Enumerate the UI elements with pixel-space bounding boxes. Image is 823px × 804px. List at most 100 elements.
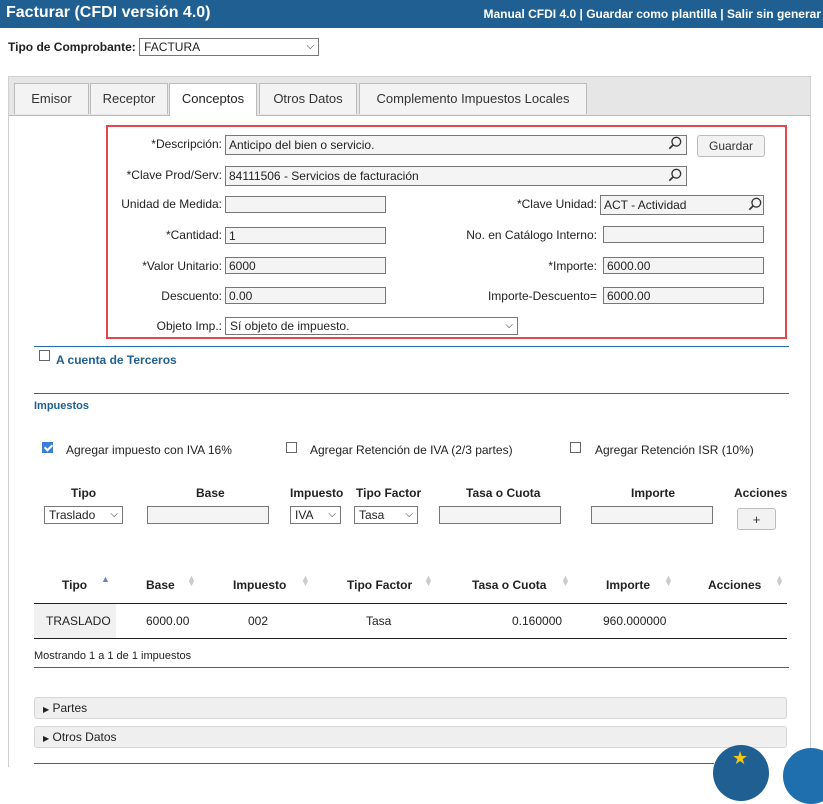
- importe-impuesto-input[interactable]: [591, 506, 713, 524]
- tipo-factor-value: Tasa: [359, 508, 385, 522]
- row-tasa: 0.160000: [512, 614, 563, 628]
- objeto-imp-label: Objeto Imp.:: [156, 319, 222, 333]
- objeto-imp-value: Sí objeto de impuesto.: [230, 319, 350, 333]
- column-header-base[interactable]: Base: [146, 578, 175, 592]
- tasa-input[interactable]: [439, 506, 561, 524]
- column-header-tipo-factor[interactable]: Tipo Factor: [347, 578, 412, 592]
- chevron-down-icon: ⌵: [328, 509, 336, 520]
- section-otros-datos-label: Otros Datos: [52, 730, 117, 744]
- comprobante-row: Tipo de Comprobante: FACTURA ⌵: [8, 38, 320, 56]
- unidad-input[interactable]: [225, 196, 386, 213]
- chevron-down-icon: ⌵: [405, 509, 413, 520]
- manual-link[interactable]: Manual CFDI 4.0: [483, 7, 576, 21]
- form-header-base: Base: [196, 486, 225, 500]
- tab-receptor[interactable]: Receptor: [90, 83, 168, 114]
- form-header-importe: Importe: [631, 486, 676, 500]
- search-icon[interactable]: [668, 136, 682, 150]
- column-header-tasa[interactable]: Tasa o Cuota: [472, 578, 546, 592]
- impuestos-title: Impuestos: [34, 400, 90, 412]
- page-title: Facturar (CFDI versión 4.0): [6, 4, 211, 21]
- descuento-input[interactable]: 0.00: [225, 287, 386, 304]
- save-template-link[interactable]: Guardar como plantilla: [586, 7, 717, 21]
- section-partes-label: Partes: [52, 701, 88, 715]
- ret-iva-checkbox[interactable]: [286, 442, 297, 453]
- sort-icon: ▲ ▼: [775, 573, 784, 588]
- search-icon[interactable]: [748, 197, 762, 211]
- form-header-tipo-factor: Tipo Factor: [356, 486, 422, 500]
- descripcion-label: *Descripción:: [151, 137, 222, 151]
- catalogo-input[interactable]: [603, 226, 764, 243]
- sort-icon: ▲ ▼: [187, 573, 196, 588]
- row-tipo-factor: Tasa: [366, 614, 392, 628]
- valor-unitario-input[interactable]: 6000: [225, 257, 386, 274]
- importe-descuento-label: Importe-Descuento=: [487, 289, 597, 303]
- importe-label: *Importe:: [548, 259, 597, 273]
- divider: [34, 763, 714, 764]
- impuesto-select[interactable]: IVA ⌵: [290, 506, 341, 524]
- caret-right-icon: ▶: [43, 734, 50, 743]
- form-header-tipo: Tipo: [71, 486, 97, 500]
- column-header-tipo[interactable]: Tipo: [62, 578, 87, 592]
- terceros-checkbox[interactable]: [39, 350, 50, 361]
- row-base: 6000.00: [146, 614, 190, 628]
- row-importe: 960.000000: [603, 614, 667, 628]
- valor-unitario-label: *Valor Unitario:: [142, 259, 222, 273]
- objeto-imp-select[interactable]: Sí objeto de impuesto. ⌵: [225, 317, 518, 335]
- chevron-down-icon: ⌵: [306, 41, 315, 52]
- tab-otros-datos[interactable]: Otros Datos: [259, 83, 357, 114]
- tab-emisor[interactable]: Emisor: [14, 83, 89, 114]
- base-input[interactable]: [147, 506, 269, 524]
- sort-icon: ▲ ▼: [664, 573, 673, 588]
- clave-unidad-input[interactable]: ACT - Actividad: [600, 195, 764, 215]
- descripcion-input[interactable]: Anticipo del bien o servicio.: [225, 135, 687, 155]
- add-tax-button[interactable]: +: [737, 508, 776, 530]
- comprobante-select[interactable]: FACTURA ⌵: [139, 38, 320, 56]
- tab-complemento[interactable]: Complemento Impuestos Locales: [359, 83, 587, 114]
- cantidad-input[interactable]: 1: [225, 227, 386, 244]
- section-partes[interactable]: ▶ Partes: [34, 697, 787, 719]
- row-tipo: TRASLADO: [46, 614, 111, 628]
- tipo-factor-select[interactable]: Tasa ⌵: [354, 506, 418, 524]
- iva-checkbox[interactable]: [42, 442, 53, 453]
- column-header-impuesto[interactable]: Impuesto: [233, 578, 286, 592]
- chevron-down-icon: ⌵: [110, 509, 118, 520]
- tipo-select[interactable]: Traslado ⌵: [44, 506, 123, 524]
- sort-icon: ▲ ▼: [561, 573, 570, 588]
- impuesto-value: IVA: [295, 508, 314, 522]
- exit-link[interactable]: Salir sin generar: [727, 7, 821, 21]
- unidad-label: Unidad de Medida:: [121, 197, 222, 211]
- section-otros-datos[interactable]: ▶ Otros Datos: [34, 726, 787, 748]
- ret-isr-checkbox[interactable]: [570, 442, 581, 453]
- table-bottom-rule: [34, 638, 787, 639]
- descuento-label: Descuento:: [161, 289, 222, 303]
- link-separator: |: [720, 7, 724, 21]
- caret-right-icon: ▶: [43, 705, 50, 714]
- sort-icon: ▲ ▼: [301, 573, 310, 588]
- row-impuesto: 002: [248, 614, 269, 628]
- importe-descuento-input: 6000.00: [603, 287, 764, 304]
- iva-checkbox-label: Agregar impuesto con IVA 16%: [66, 443, 232, 457]
- form-header-tasa: Tasa o Cuota: [466, 486, 541, 500]
- divider: [34, 393, 789, 394]
- comprobante-label: Tipo de Comprobante:: [8, 40, 136, 54]
- terceros-label: A cuenta de Terceros: [56, 353, 177, 367]
- sort-asc-icon: ▲: [101, 574, 110, 584]
- form-header-acciones: Acciones: [734, 486, 788, 500]
- rating-fab[interactable]: ★: [713, 745, 769, 801]
- form-header-impuesto: Impuesto: [290, 486, 344, 500]
- tab-conceptos[interactable]: Conceptos: [169, 83, 257, 116]
- tipo-value: Traslado: [49, 508, 96, 522]
- importe-input: 6000.00: [603, 257, 764, 274]
- column-header-acciones[interactable]: Acciones: [708, 578, 761, 592]
- clave-unidad-label: *Clave Unidad:: [516, 197, 597, 211]
- clave-prod-input[interactable]: 84111506 - Servicios de facturación: [225, 166, 687, 186]
- ret-iva-checkbox-label: Agregar Retención de IVA (2/3 partes): [310, 443, 513, 457]
- table-info: Mostrando 1 a 1 de 1 impuestos: [34, 650, 192, 662]
- ret-isr-checkbox-label: Agregar Retención ISR (10%): [595, 443, 754, 457]
- column-header-importe[interactable]: Importe: [606, 578, 650, 592]
- guardar-button[interactable]: Guardar: [697, 135, 765, 157]
- search-icon[interactable]: [668, 168, 682, 182]
- header-links: Manual CFDI 4.0 | Guardar como plantilla…: [483, 7, 821, 21]
- catalogo-label: No. en Catálogo Interno:: [466, 228, 597, 242]
- link-separator: |: [579, 7, 583, 21]
